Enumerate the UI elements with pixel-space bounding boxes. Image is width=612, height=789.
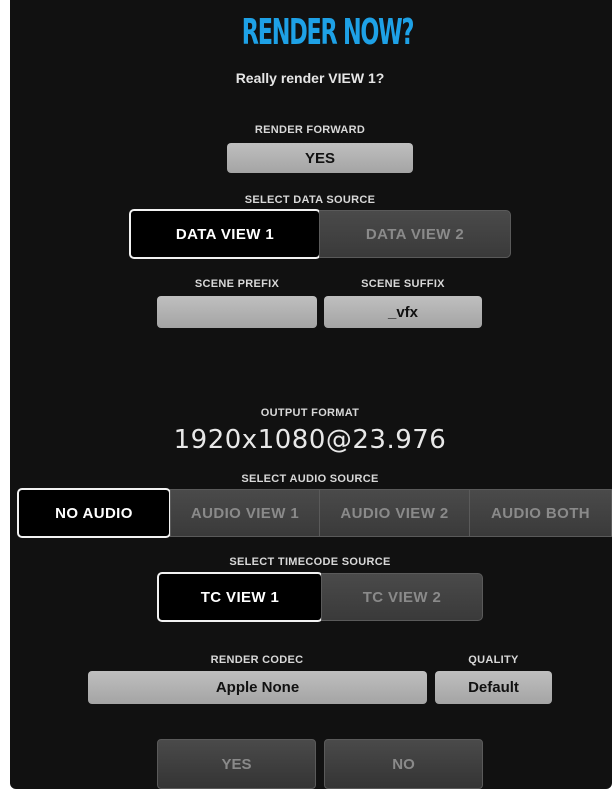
data-source-label: SELECT DATA SOURCE	[244, 194, 376, 206]
output-format-label: OUTPUT FORMAT	[260, 407, 360, 419]
audio-view-2-option[interactable]: AUDIO VIEW 2	[319, 489, 470, 537]
audio-view-1-option[interactable]: AUDIO VIEW 1	[170, 489, 320, 537]
scene-suffix-field[interactable]: _vfx	[324, 296, 482, 328]
no-audio-option[interactable]: NO AUDIO	[17, 488, 171, 538]
quality-label: QUALITY	[468, 654, 519, 666]
no-button[interactable]: NO	[324, 739, 483, 789]
render-codec-label: RENDER CODEC	[210, 654, 304, 666]
data-view-2-option[interactable]: DATA VIEW 2	[319, 210, 511, 258]
dialog-title: RENDER NOW?	[241, 12, 415, 53]
timecode-source-label: SELECT TIMECODE SOURCE	[229, 556, 391, 568]
scene-prefix-label: SCENE PREFIX	[194, 278, 280, 290]
tc-view-1-option[interactable]: TC VIEW 1	[157, 572, 323, 622]
yes-button[interactable]: YES	[157, 739, 316, 789]
audio-source-label: SELECT AUDIO SOURCE	[241, 473, 379, 485]
render-forward-label: RENDER FORWARD	[254, 124, 366, 136]
dialog-subtitle: Really render VIEW 1?	[235, 70, 385, 86]
scene-prefix-field[interactable]	[157, 296, 317, 328]
data-view-1-option[interactable]: DATA VIEW 1	[129, 209, 321, 259]
tc-view-2-option[interactable]: TC VIEW 2	[321, 573, 483, 621]
output-format-value: 1920x1080@23.976	[173, 425, 447, 455]
render-forward-toggle[interactable]: YES	[227, 143, 413, 173]
scene-suffix-label: SCENE SUFFIX	[361, 278, 445, 290]
quality-select[interactable]: Default	[435, 671, 552, 704]
render-codec-select[interactable]: Apple None	[88, 671, 427, 704]
audio-both-option[interactable]: AUDIO BOTH	[469, 489, 612, 537]
